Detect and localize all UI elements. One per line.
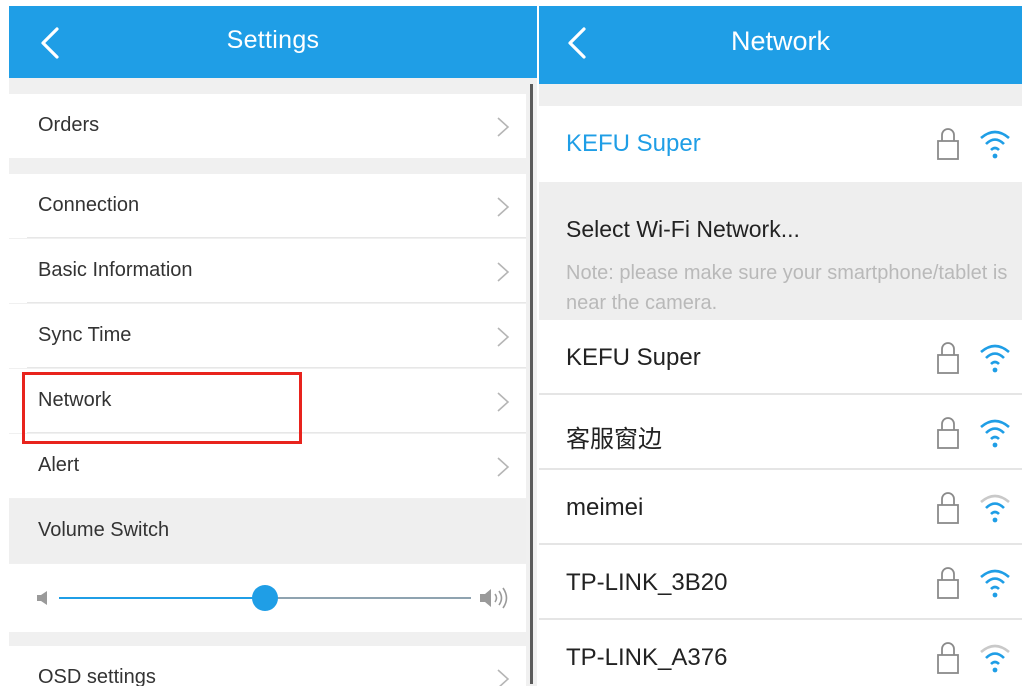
select-network-header: Select Wi-Fi Network... Note: please mak… [539, 182, 1022, 320]
chevron-right-icon [497, 197, 510, 217]
lock-icon [937, 342, 959, 374]
volume-slider-handle[interactable] [252, 585, 278, 611]
select-network-heading: Select Wi-Fi Network... [566, 216, 800, 242]
settings-item-osd-settings[interactable]: OSD settings [9, 646, 526, 686]
volume-slider[interactable] [59, 585, 471, 611]
settings-item-basic-information[interactable]: Basic Information [9, 239, 526, 303]
lock-icon [937, 567, 959, 599]
wifi-icon [980, 494, 1010, 523]
settings-item-orders[interactable]: Orders [9, 94, 526, 158]
speaker-high-icon [480, 587, 508, 609]
network-row-meimei[interactable]: meimei [539, 470, 1022, 545]
wifi-icon [980, 130, 1010, 159]
network-name: meimei [566, 494, 644, 521]
chevron-right-icon [497, 262, 510, 282]
settings-item-connection[interactable]: Connection [9, 174, 526, 238]
network-row-kefu-super[interactable]: KEFU Super [539, 320, 1022, 395]
settings-item-label: OSD settings [38, 666, 156, 686]
network-name: KEFU Super [566, 130, 701, 157]
network-row-tp-link-a376[interactable]: TP-LINK_A376 [539, 620, 1022, 686]
wifi-icon [980, 569, 1010, 598]
network-name: KEFU Super [566, 344, 701, 371]
wifi-icon [980, 344, 1010, 373]
network-name: 客服窗边 [566, 425, 662, 453]
settings-item-label: Basic Information [38, 259, 193, 281]
wifi-icon [980, 419, 1010, 448]
settings-item-label: Orders [38, 114, 100, 136]
settings-screen: Settings Orders Connection Basic Informa… [9, 6, 537, 686]
lock-icon [937, 417, 959, 449]
current-network-row[interactable]: KEFU Super [539, 106, 1022, 181]
scrollbar[interactable] [530, 84, 533, 684]
network-highlight-box [22, 372, 302, 444]
settings-app-bar: Settings [9, 6, 537, 78]
divider [539, 84, 1022, 106]
wifi-icon [980, 644, 1010, 673]
volume-slider-row [9, 564, 526, 632]
network-name: TP-LINK_3B20 [566, 569, 728, 596]
network-screen: Network KEFU Super Select Wi-Fi Network.… [539, 6, 1022, 686]
chevron-right-icon [497, 392, 510, 412]
network-name: TP-LINK_A376 [566, 644, 728, 671]
network-app-bar: Network [539, 6, 1022, 84]
select-network-note: Note: please make sure your smartphone/t… [566, 262, 1008, 314]
lock-icon [937, 128, 959, 160]
settings-item-sync-time[interactable]: Sync Time [9, 304, 526, 368]
settings-item-label: Connection [38, 194, 140, 216]
page-title: Settings [226, 26, 320, 54]
chevron-right-icon [497, 669, 510, 686]
chevron-right-icon [497, 327, 510, 347]
settings-item-volume-switch: Volume Switch [9, 499, 526, 563]
volume-slider-fill [59, 597, 265, 599]
settings-item-label: Sync Time [38, 324, 132, 346]
network-row-kefu-window[interactable]: 客服窗边 [539, 395, 1022, 470]
network-row-tp-link-3b20[interactable]: TP-LINK_3B20 [539, 545, 1022, 620]
page-title: Network [730, 26, 831, 56]
settings-item-label: Volume Switch [38, 519, 170, 541]
speaker-low-icon [37, 591, 47, 605]
chevron-right-icon [497, 457, 510, 477]
chevron-right-icon [497, 117, 510, 137]
lock-icon [937, 492, 959, 524]
lock-icon [937, 642, 959, 674]
settings-item-label: Alert [38, 454, 80, 476]
